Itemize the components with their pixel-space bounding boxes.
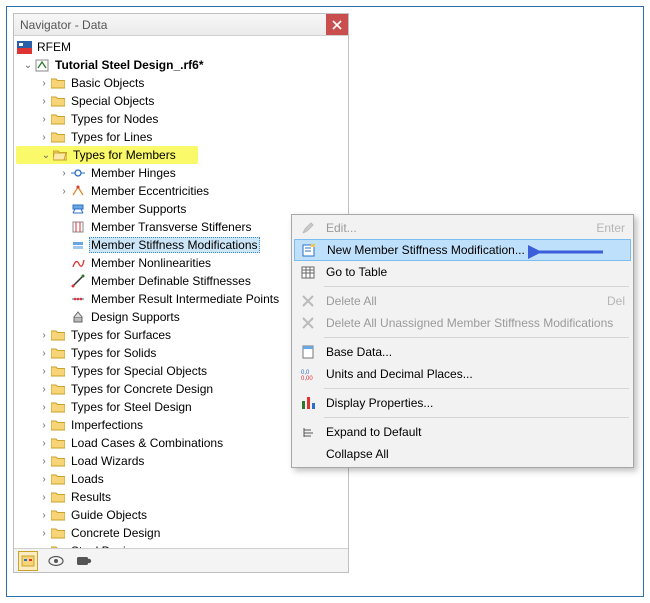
tree-item-types-lines[interactable]: ›Types for Lines (14, 128, 348, 146)
chevron-right-icon[interactable]: › (58, 168, 70, 179)
chevron-right-icon[interactable]: › (38, 402, 50, 413)
menu-expand[interactable]: Expand to Default (294, 421, 631, 443)
panel-footer (14, 548, 348, 572)
intermediate-points-icon (70, 291, 86, 307)
folder-icon (50, 93, 66, 109)
definable-stiffness-icon (70, 273, 86, 289)
tree-item-member-hinges[interactable]: ›Member Hinges (14, 164, 348, 182)
tree-item-special-objects[interactable]: ›Special Objects (14, 92, 348, 110)
tree-item-guide-objects[interactable]: ›Guide Objects (14, 506, 348, 524)
folder-icon (50, 525, 66, 541)
delete-icon (294, 295, 322, 307)
menu-separator (324, 417, 629, 418)
tab-views-icon[interactable] (74, 551, 94, 571)
app-icon (16, 39, 32, 55)
root-node[interactable]: RFEM (14, 38, 348, 56)
tree-item-basic-objects[interactable]: ›Basic Objects (14, 74, 348, 92)
menu-units[interactable]: 0,00,00 Units and Decimal Places... (294, 363, 631, 385)
tree-item-loads[interactable]: ›Loads (14, 470, 348, 488)
folder-icon (50, 507, 66, 523)
folder-icon (50, 129, 66, 145)
file-label: Tutorial Steel Design_.rf6* (53, 57, 205, 73)
hinge-icon (70, 165, 86, 181)
folder-icon (50, 363, 66, 379)
menu-edit: Edit... Enter (294, 217, 631, 239)
chevron-right-icon[interactable]: › (38, 492, 50, 503)
display-props-icon (294, 396, 322, 410)
delete-unassigned-icon (294, 317, 322, 329)
table-icon (294, 266, 322, 279)
base-data-icon (294, 345, 322, 359)
design-support-icon (70, 309, 86, 325)
folder-icon (50, 489, 66, 505)
folder-icon (50, 399, 66, 415)
window-title: Navigator - Data (20, 18, 326, 32)
folder-icon (50, 75, 66, 91)
menu-separator (324, 286, 629, 287)
eccentricity-icon (70, 183, 86, 199)
chevron-right-icon[interactable]: › (38, 528, 50, 539)
chevron-right-icon[interactable]: › (58, 186, 70, 197)
chevron-right-icon[interactable]: › (38, 510, 50, 521)
menu-display-props[interactable]: Display Properties... (294, 392, 631, 414)
chevron-right-icon[interactable]: › (38, 384, 50, 395)
new-icon (295, 243, 323, 258)
menu-delete-unassigned: Delete All Unassigned Member Stiffness M… (294, 312, 631, 334)
chevron-right-icon[interactable]: › (38, 96, 50, 107)
file-node[interactable]: ⌄ Tutorial Steel Design_.rf6* (14, 56, 348, 74)
expand-icon (294, 426, 322, 439)
tab-data-icon[interactable] (18, 551, 38, 571)
tree-item-results[interactable]: ›Results (14, 488, 348, 506)
tree-item-types-nodes[interactable]: ›Types for Nodes (14, 110, 348, 128)
menu-separator (324, 337, 629, 338)
folder-icon (50, 111, 66, 127)
folder-icon (50, 471, 66, 487)
menu-separator (324, 388, 629, 389)
stiffness-mod-icon (70, 237, 86, 253)
folder-icon (50, 381, 66, 397)
menu-base-data[interactable]: Base Data... (294, 341, 631, 363)
chevron-down-icon[interactable]: ⌄ (40, 150, 52, 161)
chevron-right-icon[interactable]: › (38, 366, 50, 377)
menu-goto-table[interactable]: Go to Table (294, 261, 631, 283)
folder-icon (50, 345, 66, 361)
chevron-right-icon[interactable]: › (38, 330, 50, 341)
model-icon (34, 57, 50, 73)
chevron-right-icon[interactable]: › (38, 438, 50, 449)
chevron-right-icon[interactable]: › (38, 132, 50, 143)
menu-delete-all: Delete All Del (294, 290, 631, 312)
folder-icon (50, 453, 66, 469)
close-button[interactable] (326, 14, 348, 35)
folder-open-icon (52, 147, 68, 163)
stiffener-icon (70, 219, 86, 235)
chevron-right-icon[interactable]: › (38, 348, 50, 359)
folder-icon (50, 435, 66, 451)
titlebar: Navigator - Data (14, 14, 348, 36)
chevron-right-icon[interactable]: › (38, 420, 50, 431)
toggle-icon[interactable]: ⌄ (22, 60, 34, 71)
nonlinearity-icon (70, 255, 86, 271)
folder-icon (50, 327, 66, 343)
chevron-right-icon[interactable]: › (38, 474, 50, 485)
menu-collapse[interactable]: Collapse All (294, 443, 631, 465)
tree-item-concrete-design[interactable]: ›Concrete Design (14, 524, 348, 542)
svg-text:0,00: 0,00 (301, 376, 313, 381)
tree-item-member-ecc[interactable]: ›Member Eccentricities (14, 182, 348, 200)
chevron-right-icon[interactable]: › (38, 456, 50, 467)
edit-icon (294, 221, 322, 235)
context-menu: Edit... Enter New Member Stiffness Modif… (291, 214, 634, 468)
menu-new-stiffness-mod[interactable]: New Member Stiffness Modification... (294, 239, 631, 261)
chevron-right-icon[interactable]: › (38, 114, 50, 125)
tree-item-types-members[interactable]: ⌄Types for Members (16, 146, 198, 164)
folder-icon (50, 417, 66, 433)
tab-display-icon[interactable] (46, 551, 66, 571)
units-icon: 0,00,00 (294, 368, 322, 381)
support-icon (70, 201, 86, 217)
chevron-right-icon[interactable]: › (38, 78, 50, 89)
root-label: RFEM (35, 39, 73, 55)
